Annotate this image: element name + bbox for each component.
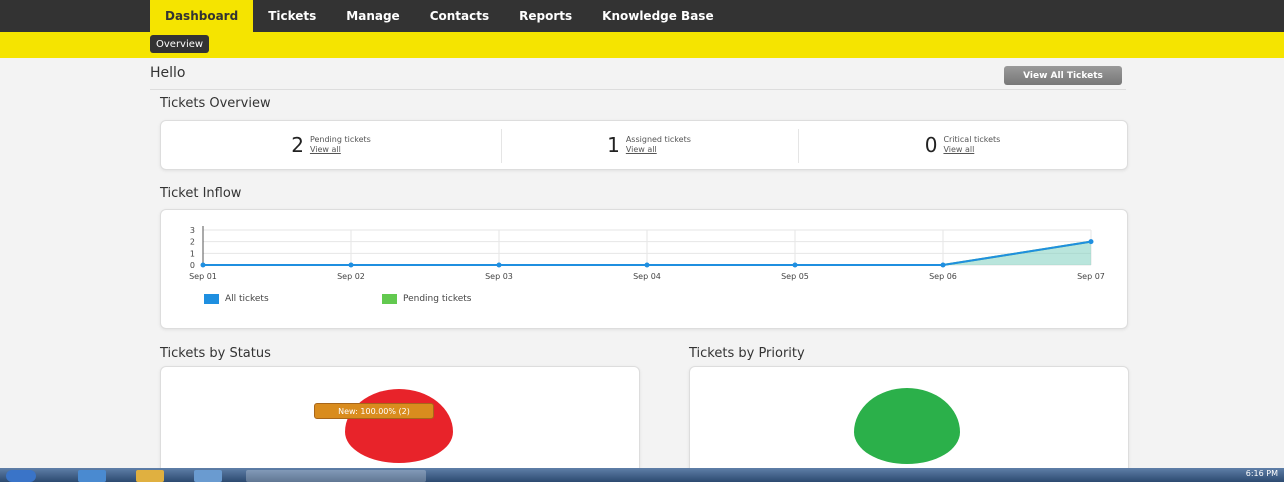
top-navigation: Dashboard Tickets Manage Contacts Reports Kno… (0, 0, 1284, 32)
assigned-count: 1 (607, 133, 620, 157)
nav-item-knowledge-base[interactable]: Knowledge Base (587, 0, 728, 32)
y-tick-label: 0 (190, 261, 195, 270)
browser-icon[interactable] (78, 470, 106, 482)
nav-item-contacts[interactable]: Contacts (415, 0, 504, 32)
x-tick-label: Sep 07 (1077, 272, 1105, 281)
data-point-all-tickets (1088, 239, 1094, 245)
critical-view-all-link[interactable]: View all (943, 145, 974, 154)
ticket-inflow-card: 0 1 2 3 Sep 01 Sep 02 Sep 03 Sep 04 Sep 05 Sep 06… (160, 209, 1128, 329)
data-point-all-tickets (348, 262, 354, 268)
ticket-inflow-chart: 0 1 2 3 Sep 01 Sep 02 Sep 03 Sep 04 Sep 05 Sep 06… (189, 226, 1105, 281)
start-button-icon[interactable] (6, 470, 36, 482)
priority-pie-slice[interactable] (854, 388, 960, 464)
tab-overview[interactable]: Overview (150, 35, 210, 53)
nav-menu: Dashboard Tickets Manage Contacts Reports Kno… (150, 0, 729, 32)
taskbar-window-button[interactable] (246, 470, 426, 482)
folder-icon[interactable] (136, 470, 164, 482)
tickets-by-status-card (160, 366, 640, 478)
legend-all-tickets[interactable]: All tickets (204, 294, 269, 304)
critical-tickets-summary: 0 Critical tickets View all (798, 121, 1127, 169)
assigned-tickets-summary: 1 Assigned tickets View all (501, 121, 797, 169)
header-divider (150, 89, 1126, 90)
nav-item-tickets[interactable]: Tickets (253, 0, 331, 32)
tickets-overview-title: Tickets Overview (160, 96, 271, 111)
legend-swatch (204, 294, 219, 304)
x-tick-label: Sep 01 (189, 272, 217, 281)
data-point-all-tickets (496, 262, 502, 268)
tickets-by-priority-title: Tickets by Priority (689, 346, 805, 361)
legend-label: Pending tickets (403, 294, 472, 304)
y-tick-label: 1 (190, 249, 195, 258)
pending-view-all-link[interactable]: View all (310, 145, 341, 154)
dashboard-page: Dashboard Tickets Manage Contacts Reports Kno… (0, 0, 1284, 478)
assigned-view-all-link[interactable]: View all (626, 145, 657, 154)
pending-count: 2 (291, 133, 304, 157)
legend-swatch (382, 294, 397, 304)
nav-item-reports[interactable]: Reports (504, 0, 587, 32)
pending-tickets-summary: 2 Pending tickets View all (161, 121, 501, 169)
tickets-overview-card: 2 Pending tickets View all 1 Assigned tic… (160, 120, 1128, 170)
tickets-by-status-title: Tickets by Status (160, 346, 271, 361)
x-tick-label: Sep 05 (781, 272, 809, 281)
x-tick-label: Sep 04 (633, 272, 661, 281)
data-point-all-tickets (792, 262, 798, 268)
tickets-by-priority-card (689, 366, 1129, 478)
data-point-all-tickets (644, 262, 650, 268)
critical-count: 0 (924, 133, 938, 157)
app-icon[interactable] (194, 470, 222, 482)
status-tooltip: New: 100.00% (2) (314, 403, 434, 419)
greeting-text: Hello (150, 65, 186, 81)
critical-label: Critical tickets (943, 135, 1001, 144)
x-tick-label: Sep 03 (485, 272, 513, 281)
nav-item-dashboard[interactable]: Dashboard (150, 0, 254, 32)
nav-item-manage[interactable]: Manage (331, 0, 414, 32)
y-tick-label: 2 (190, 238, 195, 247)
y-tick-label: 3 (190, 226, 195, 235)
legend-pending-tickets[interactable]: Pending tickets (382, 294, 471, 304)
taskbar (0, 468, 1284, 482)
sub-navigation: Overview (0, 32, 1284, 58)
data-point-all-tickets (200, 262, 206, 268)
x-tick-label: Sep 02 (337, 272, 365, 281)
taskbar-clock: 6:16 PM (1245, 469, 1278, 478)
legend-label: All tickets (225, 294, 269, 304)
ticket-inflow-title: Ticket Inflow (160, 186, 242, 201)
data-point-all-tickets (940, 262, 946, 268)
assigned-label: Assigned tickets (625, 135, 691, 144)
x-tick-label: Sep 06 (929, 272, 957, 281)
view-all-tickets-button[interactable]: View All Tickets (1004, 66, 1122, 85)
status-pie-slice[interactable] (345, 389, 453, 463)
pending-label: Pending tickets (309, 135, 371, 144)
